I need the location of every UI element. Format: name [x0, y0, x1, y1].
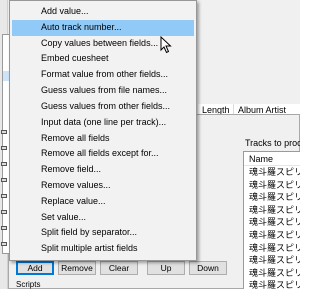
remove-button[interactable]: Remove	[58, 261, 96, 275]
menu-item-remove-field[interactable]: Remove field...	[12, 162, 194, 178]
menu-item-replace-value[interactable]: Replace value...	[12, 194, 194, 210]
menu-item-guess-from-other-fields[interactable]: Guess values from other fields...	[12, 99, 194, 115]
edge-mark	[1, 226, 7, 230]
edge-mark	[1, 210, 7, 214]
edge-mark	[1, 178, 7, 182]
edge-mark	[1, 242, 7, 246]
menu-item-split-multiple-artist[interactable]: Split multiple artist fields	[12, 241, 194, 257]
tracks-column-header-name[interactable]: Name	[244, 152, 300, 166]
screen: Length Album Artist M Add Remove Clear U…	[0, 0, 300, 289]
menu-item-remove-all-except[interactable]: Remove all fields except for...	[12, 146, 194, 162]
tracks-to-process-label: Tracks to process	[245, 138, 300, 148]
up-button[interactable]: Up	[147, 261, 185, 275]
menu-item-add-value[interactable]: Add value...	[12, 4, 194, 20]
left-edge-marks	[0, 130, 8, 270]
track-item[interactable]: 魂斗羅スピリッツ	[244, 254, 300, 267]
track-item[interactable]: 魂斗羅スピリッツ	[244, 204, 300, 217]
track-item[interactable]: 魂斗羅スピリッツ	[244, 191, 300, 204]
menu-item-set-value[interactable]: Set value...	[12, 210, 194, 226]
menu-item-remove-values[interactable]: Remove values...	[12, 178, 194, 194]
scripts-label: Scripts	[16, 280, 41, 289]
track-item[interactable]: 魂斗羅スピリッツ	[244, 267, 300, 280]
edge-mark	[1, 146, 7, 150]
tracks-list[interactable]: Name 魂斗羅スピリッツ 魂斗羅スピリッツ 魂斗羅スピリッツ 魂斗羅スピリッツ…	[243, 151, 300, 289]
track-item[interactable]: 魂斗羅スピリッツ	[244, 166, 300, 179]
track-item[interactable]: 魂斗羅スピリッツ	[244, 279, 300, 289]
track-item[interactable]: 魂斗羅スピリッツ	[244, 229, 300, 242]
track-item[interactable]: 魂斗羅スピリッツ	[244, 179, 300, 192]
menu-item-guess-from-file-names[interactable]: Guess values from file names...	[12, 83, 194, 99]
add-button[interactable]: Add	[16, 261, 54, 275]
menu-item-format-value[interactable]: Format value from other fields...	[12, 67, 194, 83]
track-item[interactable]: 魂斗羅スピリッツ	[244, 216, 300, 229]
menu-item-split-by-separator[interactable]: Split field by separator...	[12, 225, 194, 241]
edge-mark	[1, 162, 7, 166]
mouse-cursor-icon	[160, 36, 172, 54]
menu-item-input-data[interactable]: Input data (one line per track)...	[12, 115, 194, 131]
track-item[interactable]: 魂斗羅スピリッツ	[244, 242, 300, 255]
menu-item-remove-all-fields[interactable]: Remove all fields	[12, 131, 194, 147]
edge-mark	[1, 194, 7, 198]
clear-button[interactable]: Clear	[100, 261, 138, 275]
menu-item-auto-track-number[interactable]: Auto track number...	[12, 19, 194, 36]
down-button[interactable]: Down	[189, 261, 227, 275]
edge-mark	[1, 130, 7, 134]
